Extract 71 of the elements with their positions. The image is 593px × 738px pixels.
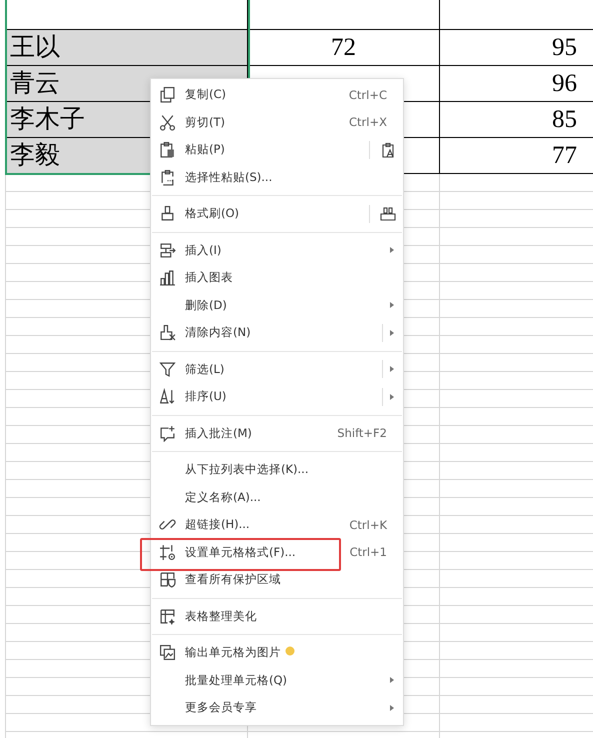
menu-item[interactable]: 从下拉列表中选择(K)... [150, 456, 404, 484]
menu-item[interactable]: 定义名称(A)... [150, 484, 404, 511]
cell-format-icon [159, 544, 176, 561]
table-cell-text: 96 [551, 69, 578, 99]
menu-item[interactable]: 超链接(H)... Ctrl+K [150, 511, 404, 538]
menu-item-label: 表格整理美化 [185, 608, 257, 623]
menu-item[interactable]: 表格整理美化 [150, 602, 404, 630]
menu-item-label: 插入(I) [185, 242, 222, 257]
submenu-arrow-icon [390, 366, 394, 372]
clipboard-icon [159, 168, 176, 186]
menu-item[interactable]: 筛选(L) [150, 356, 404, 383]
submenu-arrow-icon [390, 330, 394, 336]
menu-item-label: 设置单元格格式(F)... [185, 544, 296, 559]
menu-item[interactable]: 插入图表 [150, 264, 404, 292]
shortcut-text: Ctrl+K [349, 518, 387, 532]
filter-icon [159, 360, 176, 378]
brush-icon [159, 205, 176, 222]
menu-item-label: 插入图表 [185, 270, 233, 284]
submenu-arrow-icon [390, 704, 394, 711]
menu-item-label: 剪切(T) [185, 114, 225, 129]
clipboard-icon [159, 141, 176, 158]
menu-item[interactable]: 删除(D) [150, 292, 404, 319]
submenu-arrow-icon [390, 677, 394, 684]
table-cell-text: 72 [330, 33, 357, 63]
image-export-icon [159, 644, 176, 662]
menu-item-label: 从下拉列表中选择(K)... [185, 462, 308, 476]
eraser-icon [159, 324, 176, 342]
menu-item[interactable]: 插入(I) [150, 236, 404, 264]
shortcut-text: Shift+F2 [337, 426, 387, 440]
menu-item[interactable]: 清除内容(N) [150, 319, 404, 346]
menu-item-label: 排序(U) [185, 389, 226, 404]
submenu-arrow-icon [390, 302, 394, 308]
menu-item-label: 复制(C) [185, 87, 226, 102]
menu-item-label: 查看所有保护区域 [185, 572, 281, 586]
menu-item-label: 粘贴(P) [185, 142, 225, 156]
table-sparkle-icon [159, 608, 176, 625]
comment-add-icon [159, 424, 176, 442]
menu-item[interactable]: 批量处理单元格(Q) [150, 666, 404, 694]
sort-icon [159, 388, 176, 406]
menu-item-label: 更多会员专享 [185, 700, 257, 714]
menu-item-label: 插入批注(M) [185, 426, 252, 440]
submenu-arrow-icon [390, 247, 394, 254]
menu-item-label: 筛选(L) [185, 362, 224, 376]
menu-item[interactable]: 排序(U) [150, 383, 404, 410]
menu-item-label: 定义名称(A)... [185, 490, 261, 504]
paste-text-icon[interactable] [380, 142, 396, 158]
shortcut-text: Ctrl+C [348, 88, 387, 102]
menu-item-label: 超链接(H)... [185, 517, 250, 532]
shortcut-text: Ctrl+1 [350, 545, 387, 560]
menu-item[interactable]: 更多会员专享 [150, 694, 404, 722]
brush-icon[interactable] [380, 206, 396, 222]
menu-item-label: 输出单元格为图片 [185, 645, 281, 660]
menu-item-label: 格式刷(O) [185, 206, 240, 220]
scissors-icon [159, 114, 176, 131]
insert-icon [159, 242, 176, 259]
menu-item-label: 清除内容(N) [185, 325, 251, 340]
menu-item[interactable]: 查看所有保护区域 [150, 566, 404, 594]
menu-item-label: 删除(D) [185, 298, 227, 312]
menu-item[interactable]: 格式刷(O) [150, 200, 404, 228]
table-cell-text: 95 [551, 33, 578, 63]
badge-icon [285, 646, 295, 656]
menu-item-label: 批量处理单元格(Q) [185, 672, 288, 687]
bar-chart-icon [159, 269, 176, 286]
copy-icon [159, 86, 176, 104]
table-cell-text: 85 [551, 105, 578, 135]
menu-item[interactable]: 输出单元格为图片 [150, 639, 404, 666]
submenu-arrow-icon [390, 394, 394, 400]
shield-grid-icon [159, 571, 176, 588]
menu-item[interactable]: 插入批注(M) Shift+F2 [150, 420, 404, 447]
table-cell-text: 77 [551, 141, 578, 171]
shortcut-text: Ctrl+X [349, 115, 387, 130]
